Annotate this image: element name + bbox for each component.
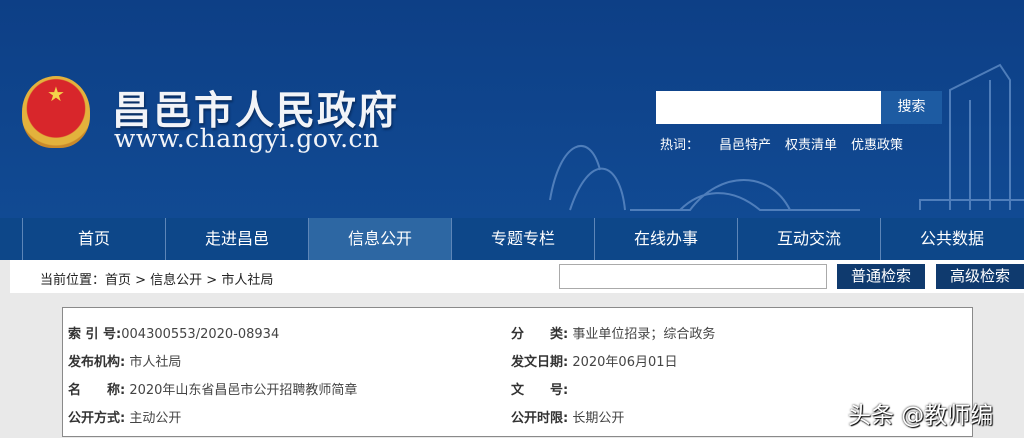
nav-home[interactable]: 首页 [22, 218, 165, 260]
nav-topics[interactable]: 专题专栏 [451, 218, 594, 260]
normal-search-button[interactable]: 普通检索 [837, 264, 925, 289]
label: 文 号: [511, 383, 569, 398]
nav-online-services[interactable]: 在线办事 [594, 218, 737, 260]
nav-public-data[interactable]: 公共数据 [880, 218, 1023, 260]
header-search-button[interactable]: 搜索 [881, 91, 942, 124]
site-url: www.changyi.gov.cn [114, 124, 380, 153]
document-info-panel: 索 引 号:004300553/2020-08934 分 类: 事业单位招录；综… [62, 307, 973, 437]
site-header: ★ 昌邑市人民政府 www.changyi.gov.cn 搜索 热词： 昌邑特产… [0, 0, 1024, 218]
national-emblem-logo: ★ [22, 76, 90, 148]
hot-words-label: 热词： [660, 138, 700, 153]
label: 发文日期: [511, 355, 569, 370]
category: 分 类: 事业单位招录；综合政务 [511, 323, 715, 342]
document-name: 名 称: 2020年山东省昌邑市公开招聘教师简章 [68, 379, 357, 398]
hot-word-link[interactable]: 昌邑特产 [719, 134, 771, 153]
issue-date: 发文日期: 2020年06月01日 [511, 351, 678, 370]
main-nav: 首页 走进昌邑 信息公开 专题专栏 在线办事 互动交流 公共数据 [0, 218, 1024, 260]
label: 名 称: [68, 383, 126, 398]
document-number: 文 号: [511, 379, 568, 398]
disclosure-period: 公开时限: 长期公开 [511, 407, 624, 426]
value: 主动公开 [129, 411, 182, 426]
nav-about[interactable]: 走进昌邑 [165, 218, 308, 260]
watermark: 头条 @教师编 [848, 403, 994, 429]
hot-word-link[interactable]: 权责清单 [785, 134, 837, 153]
value: 004300553/2020-08934 [121, 327, 280, 342]
label: 公开方式: [68, 411, 126, 426]
breadcrumb-bar: 当前位置：首页 > 信息公开 > 市人社局 普通检索 高级检索 [10, 260, 1024, 293]
label: 公开时限: [511, 411, 569, 426]
value: 事业单位招录；综合政务 [572, 327, 716, 342]
label: 索 引 号: [68, 327, 122, 342]
hot-word-link[interactable]: 优惠政策 [851, 134, 903, 153]
value: 市人社局 [129, 355, 182, 370]
site-search-input[interactable] [559, 264, 827, 289]
label: 发布机构: [68, 355, 126, 370]
value: 2020年06月01日 [572, 355, 678, 370]
breadcrumb: 当前位置：首页 > 信息公开 > 市人社局 [40, 273, 274, 288]
publisher: 发布机构: 市人社局 [68, 351, 181, 370]
nav-interaction[interactable]: 互动交流 [737, 218, 880, 260]
header-search-input[interactable] [656, 91, 881, 124]
value: 2020年山东省昌邑市公开招聘教师简章 [129, 383, 358, 398]
label: 分 类: [511, 327, 569, 342]
nav-info-disclosure[interactable]: 信息公开 [308, 218, 451, 260]
disclosure-method: 公开方式: 主动公开 [68, 407, 181, 426]
hot-words: 热词： 昌邑特产 权责清单 优惠政策 [660, 134, 903, 153]
value: 长期公开 [572, 411, 625, 426]
index-number: 索 引 号:004300553/2020-08934 [68, 323, 279, 342]
advanced-search-button[interactable]: 高级检索 [936, 264, 1024, 289]
